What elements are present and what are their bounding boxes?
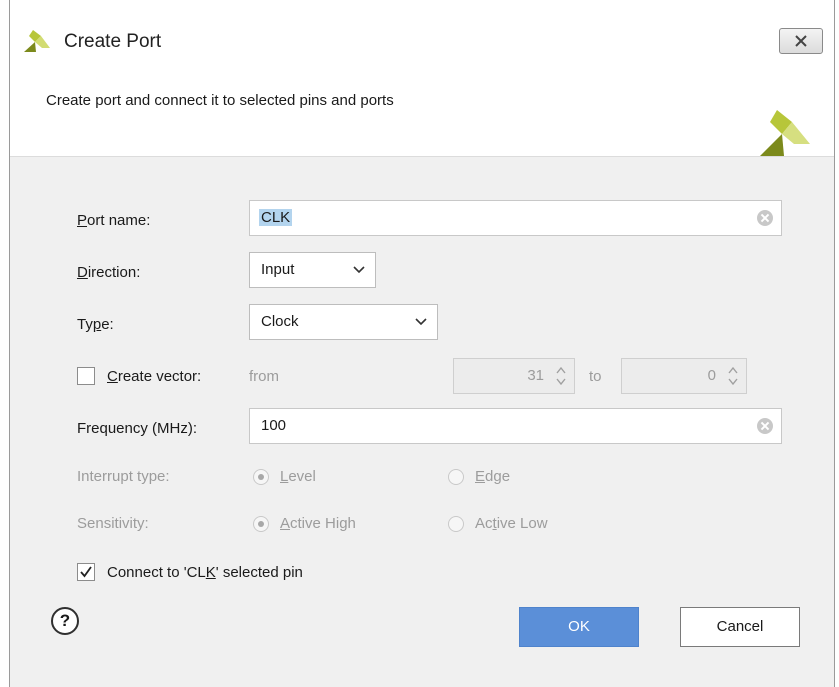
clear-icon[interactable] [757, 210, 773, 226]
vector-to-spinner[interactable]: 0 [621, 358, 747, 394]
sensitivity-high-label: Active High [280, 515, 356, 532]
direction-label: Direction: [77, 264, 141, 281]
connect-pin-label: Connect to 'CLK' selected pin [107, 564, 303, 581]
interrupt-level-radio[interactable] [253, 469, 269, 485]
help-button[interactable]: ? [51, 607, 79, 635]
vector-to-label: to [589, 368, 602, 385]
sensitivity-low-label: Active Low [475, 515, 548, 532]
interrupt-edge-label: Edge [475, 468, 511, 485]
interrupt-type-label: Interrupt type: [77, 468, 170, 485]
title-bar: Create Port [10, 0, 834, 82]
close-button[interactable] [779, 28, 823, 54]
create-vector-checkbox[interactable] [77, 367, 95, 385]
vector-from-spinner[interactable]: 31 [453, 358, 575, 394]
vector-from-label: from [249, 368, 279, 385]
spinner-arrows-icon [728, 366, 738, 386]
create-port-dialog: Create Port Create port and connect it t… [9, 0, 835, 687]
type-label: Type: [77, 316, 114, 333]
radio-selected-dot [258, 521, 264, 527]
direction-select[interactable]: Input [249, 252, 376, 288]
sensitivity-low-radio[interactable] [448, 516, 464, 532]
port-name-input[interactable]: CLK [249, 200, 782, 236]
chevron-down-icon [353, 266, 365, 274]
spinner-arrows-icon [556, 366, 566, 386]
frequency-value: 100 [261, 417, 287, 434]
form-area: Port name: CLK Direction: Input Type: Cl… [10, 157, 834, 687]
sensitivity-label: Sensitivity: [77, 515, 149, 532]
interrupt-edge-radio[interactable] [448, 469, 464, 485]
interrupt-level-label: Level [280, 468, 316, 485]
checkmark-icon [80, 566, 92, 578]
type-value: Clock [261, 313, 299, 330]
chevron-down-icon [415, 318, 427, 326]
sensitivity-high-radio[interactable] [253, 516, 269, 532]
radio-selected-dot [258, 474, 264, 480]
dialog-title: Create Port [64, 31, 162, 52]
clear-icon[interactable] [757, 418, 773, 434]
vector-from-value: 31 [527, 367, 544, 384]
xilinx-logo-icon [760, 110, 810, 156]
frequency-input[interactable]: 100 [249, 408, 782, 444]
port-name-label: Port name: [77, 212, 151, 229]
cancel-button[interactable]: Cancel [680, 607, 800, 647]
frequency-label: Frequency (MHz): [77, 420, 198, 437]
connect-pin-checkbox[interactable] [77, 563, 95, 581]
ok-button[interactable]: OK [519, 607, 639, 647]
vector-to-value: 0 [707, 367, 716, 384]
direction-value: Input [261, 261, 295, 278]
xilinx-logo-icon [24, 30, 50, 52]
close-x-icon [795, 35, 807, 47]
dialog-header: Create port and connect it to selected p… [10, 82, 834, 157]
port-name-value: CLK [259, 209, 293, 226]
header-description: Create port and connect it to selected p… [46, 92, 394, 109]
create-vector-label: Create vector: [107, 368, 202, 385]
type-select[interactable]: Clock [249, 304, 438, 340]
